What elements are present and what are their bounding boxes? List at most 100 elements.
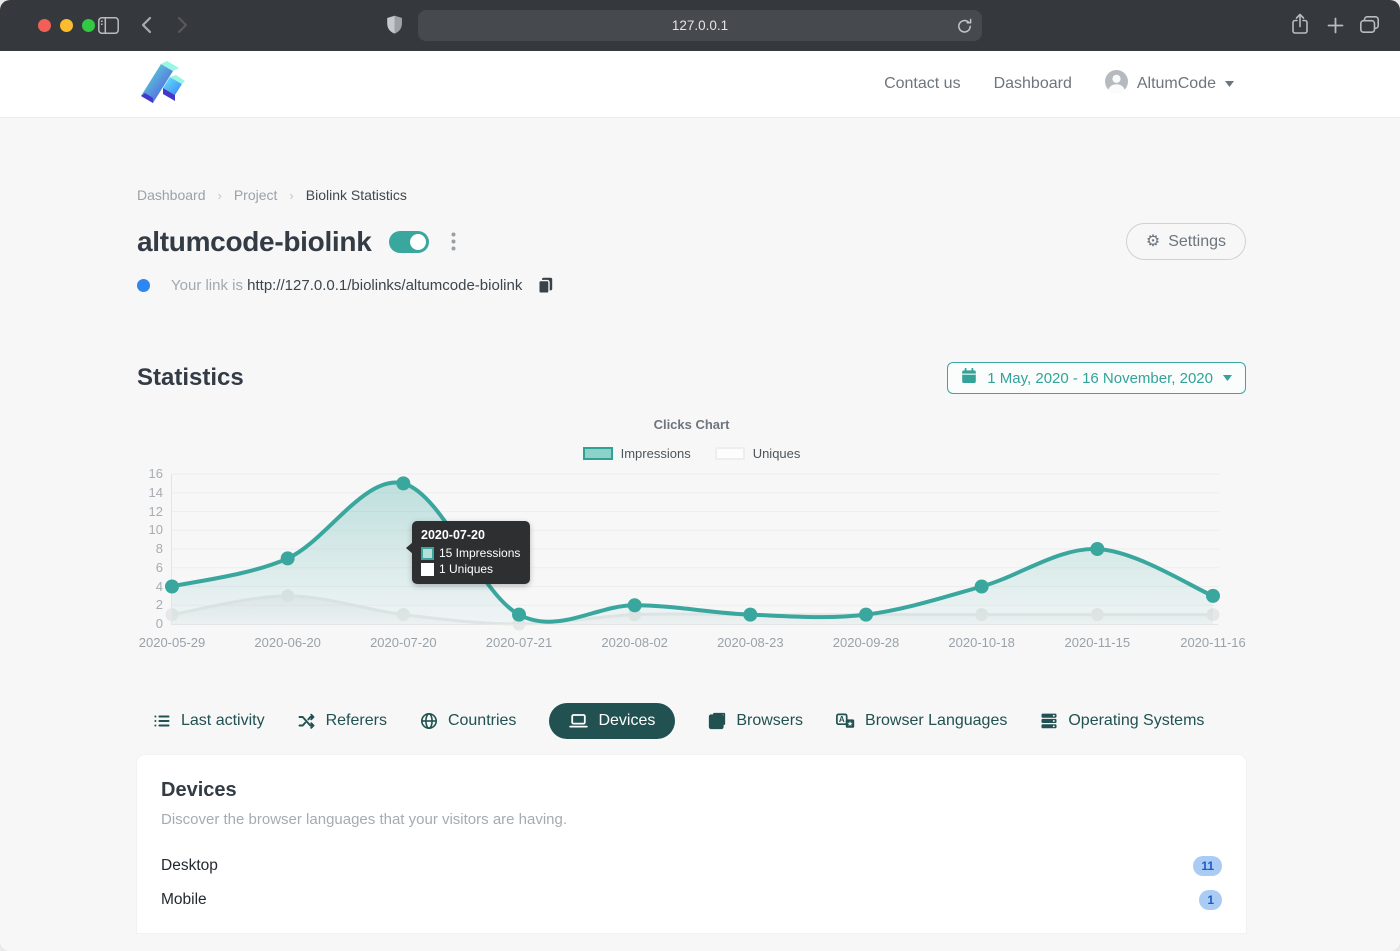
share-button[interactable] — [1291, 13, 1309, 35]
x-axis: 2020-05-292020-06-202020-07-202020-07-21… — [137, 635, 1246, 653]
minimize-window-button[interactable] — [60, 19, 73, 32]
header-nav: Contact us Dashboard AltumCode — [884, 70, 1234, 98]
x-tick-label: 2020-08-02 — [601, 635, 668, 650]
count-badge: 1 — [1199, 890, 1222, 910]
user-menu[interactable]: AltumCode — [1105, 70, 1234, 98]
breadcrumb-item-project[interactable]: Project — [234, 187, 278, 203]
y-tick-label: 2 — [137, 597, 163, 612]
more-options-button[interactable] — [447, 230, 460, 253]
device-label: Mobile — [161, 891, 207, 909]
tab-browsers[interactable]: Browsers — [708, 703, 803, 739]
statistics-tabs: Last activity Referers Countries Devices Bro… — [137, 703, 1246, 739]
tab-label: Browsers — [736, 712, 803, 730]
nav-contact-us[interactable]: Contact us — [884, 75, 960, 93]
list-icon — [153, 712, 171, 730]
servers-icon — [1040, 712, 1058, 730]
statistics-heading: Statistics — [137, 364, 244, 392]
date-range-label: 1 May, 2020 - 16 November, 2020 — [987, 370, 1213, 387]
data-point-impressions — [743, 608, 757, 622]
x-tick-label: 2020-11-15 — [1065, 635, 1131, 650]
tab-label: Referers — [326, 712, 387, 730]
data-point-impressions — [859, 608, 873, 622]
chevron-down-icon — [1225, 81, 1234, 87]
tab-last-activity[interactable]: Last activity — [153, 703, 265, 739]
tab-browser-languages[interactable]: A★Browser Languages — [836, 703, 1007, 739]
tooltip-row: 1 Uniques — [421, 562, 520, 576]
calendar-icon — [961, 368, 977, 388]
tooltip-rows: 15 Impressions 1 Uniques — [421, 546, 520, 576]
count-badge: 11 — [1193, 856, 1222, 876]
chart-plot-area[interactable]: 0246810121416 2020-07-20 15 Impressions1… — [137, 474, 1246, 624]
y-tick-label: 16 — [137, 466, 163, 481]
tab-countries[interactable]: Countries — [420, 703, 516, 739]
url-text: 127.0.0.1 — [672, 18, 728, 33]
x-tick-label: 2020-08-23 — [717, 635, 784, 650]
x-tick-label: 2020-09-28 — [833, 635, 900, 650]
y-tick-label: 0 — [137, 616, 163, 631]
legend-label: Impressions — [621, 446, 691, 461]
chart-svg[interactable] — [172, 474, 1213, 624]
tab-label: Last activity — [181, 712, 265, 730]
y-tick-label: 8 — [137, 541, 163, 556]
tab-referers[interactable]: Referers — [298, 703, 387, 739]
breadcrumb-item-dashboard[interactable]: Dashboard — [137, 187, 206, 203]
main-content: Dashboard›Project›Biolink Statistics alt… — [0, 118, 1400, 933]
link-label: Your link is — [171, 277, 247, 294]
address-bar[interactable]: 127.0.0.1 — [418, 10, 982, 41]
tooltip-swatch — [421, 563, 434, 576]
globe-icon — [420, 712, 438, 730]
chart-legend: Impressions Uniques — [137, 446, 1246, 461]
tooltip-date: 2020-07-20 — [421, 528, 520, 542]
x-tick-label: 2020-06-20 — [254, 635, 321, 650]
data-point-impressions — [396, 476, 410, 490]
x-tick-label: 2020-07-21 — [486, 635, 553, 650]
legend-item-impressions[interactable]: Impressions — [583, 446, 691, 461]
status-dot — [137, 279, 150, 292]
user-menu-label: AltumCode — [1137, 75, 1216, 93]
data-point-impressions — [1090, 542, 1104, 556]
legend-item-uniques[interactable]: Uniques — [715, 446, 801, 461]
tab-devices[interactable]: Devices — [549, 703, 675, 739]
tab-label: Devices — [598, 712, 655, 730]
data-point-impressions — [512, 608, 526, 622]
biolink-enabled-toggle[interactable] — [389, 231, 429, 253]
zoom-window-button[interactable] — [82, 19, 95, 32]
biolink-url-line: Your link is http://127.0.0.1/biolinks/a… — [171, 277, 522, 294]
copy-icon[interactable] — [538, 277, 553, 294]
legend-label: Uniques — [753, 446, 801, 461]
tab-label: Countries — [448, 712, 516, 730]
device-rows: Desktop11Mobile1 — [161, 849, 1222, 917]
tooltip-row: 15 Impressions — [421, 546, 520, 560]
tab-operating-systems[interactable]: Operating Systems — [1040, 703, 1204, 739]
x-tick-label: 2020-10-18 — [948, 635, 1015, 650]
breadcrumb: Dashboard›Project›Biolink Statistics — [137, 187, 1246, 203]
breadcrumb-separator: › — [289, 188, 293, 203]
y-tick-label: 10 — [137, 522, 163, 537]
tabs-overview-button[interactable] — [1360, 16, 1379, 33]
back-button[interactable] — [141, 16, 152, 34]
sidebar-toggle-icon[interactable] — [98, 17, 119, 34]
tooltip-swatch — [421, 547, 434, 560]
forward-button[interactable] — [177, 16, 188, 34]
chart-title: Clicks Chart — [137, 417, 1246, 432]
data-point-impressions — [281, 551, 295, 565]
svg-text:★: ★ — [847, 720, 853, 728]
translate-icon: A★ — [836, 712, 855, 730]
data-point-impressions — [628, 598, 642, 612]
data-point-impressions — [975, 580, 989, 594]
x-tick-label: 2020-05-29 — [139, 635, 206, 650]
new-tab-button[interactable] — [1327, 17, 1344, 34]
settings-button[interactable]: ⚙ Settings — [1126, 223, 1246, 260]
tab-label: Operating Systems — [1068, 712, 1204, 730]
svg-text:A: A — [839, 715, 845, 724]
devices-card: Devices Discover the browser languages t… — [137, 755, 1246, 933]
reload-button[interactable] — [957, 18, 972, 34]
nav-dashboard[interactable]: Dashboard — [994, 75, 1072, 93]
legend-swatch-impressions — [583, 447, 613, 460]
close-window-button[interactable] — [38, 19, 51, 32]
link-url[interactable]: http://127.0.0.1/biolinks/altumcode-biol… — [247, 277, 522, 294]
altumcode-logo[interactable] — [137, 60, 185, 109]
laptop-icon — [569, 712, 588, 730]
breadcrumb-separator: › — [218, 188, 222, 203]
date-range-picker[interactable]: 1 May, 2020 - 16 November, 2020 — [947, 362, 1246, 394]
